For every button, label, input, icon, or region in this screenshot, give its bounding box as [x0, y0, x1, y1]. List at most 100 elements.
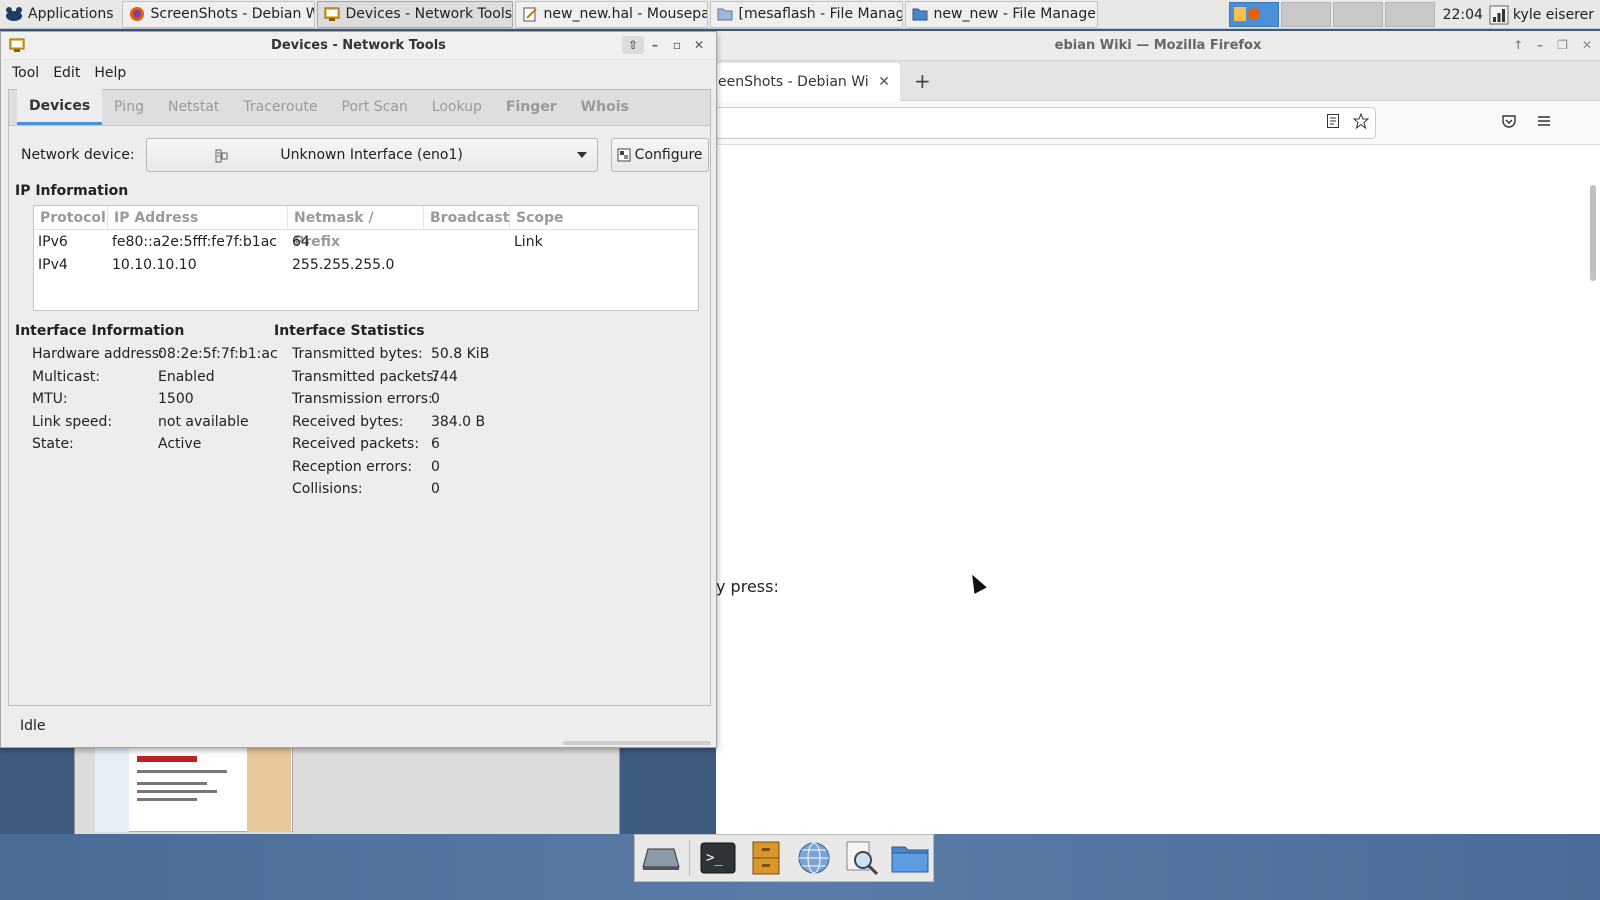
- xfce-mouse-icon: [6, 7, 22, 21]
- pocket-icon[interactable]: [1501, 113, 1517, 129]
- column-ip-address[interactable]: IP Address: [108, 205, 288, 230]
- table-row[interactable]: IPv6 fe80::a2e:5fff:fe7f:b1ac 64 Link: [34, 230, 698, 253]
- column-protocol[interactable]: Protocol: [34, 205, 108, 230]
- stat-value: 744: [431, 368, 458, 385]
- url-bar[interactable]: [716, 107, 1376, 139]
- cell-scope: Link: [514, 233, 543, 250]
- stat-value: 0: [431, 458, 440, 475]
- network-tools-window: Devices - Network Tools ⇧ – ▫ ✕ Tool Edi…: [0, 31, 717, 748]
- network-tools-icon: [324, 7, 340, 21]
- menu-help[interactable]: Help: [87, 65, 133, 81]
- configure-button[interactable]: Configure: [610, 138, 709, 172]
- network-tools-icon: [9, 38, 25, 52]
- network-signal-icon[interactable]: [1489, 5, 1509, 25]
- configure-icon: [617, 148, 631, 162]
- firefox-icon: [129, 7, 144, 21]
- file-cabinet-icon[interactable]: [746, 839, 786, 877]
- tab-close-icon[interactable]: ✕: [878, 74, 890, 90]
- task-firefox[interactable]: ScreenShots - Debian W...: [121, 0, 315, 28]
- scrollbar[interactable]: [1590, 185, 1596, 281]
- window-up-icon[interactable]: ⇧: [622, 36, 644, 54]
- applications-menu[interactable]: Applications: [0, 0, 120, 29]
- cell-address: 10.10.10.10: [112, 256, 197, 273]
- workspace-1[interactable]: [1228, 2, 1279, 27]
- workspace-2[interactable]: [1280, 2, 1331, 27]
- close-icon[interactable]: ✕: [1582, 38, 1592, 52]
- tab-port-scan[interactable]: Port Scan: [330, 89, 420, 125]
- chevron-down-icon: [576, 152, 587, 158]
- info-key: Link speed:: [32, 413, 113, 430]
- workspace-3[interactable]: [1332, 2, 1383, 27]
- bookmark-star-icon[interactable]: [1353, 113, 1369, 129]
- task-label: Devices - Network Tools: [345, 6, 513, 22]
- task-label: ScreenShots - Debian W...: [150, 6, 315, 22]
- task-label: [mesaflash - File Manag...: [738, 6, 903, 22]
- maximize-icon[interactable]: ▫: [666, 36, 688, 54]
- resize-grip[interactable]: [563, 741, 711, 745]
- window-up-icon[interactable]: ↑: [1513, 38, 1523, 52]
- clock[interactable]: 22:04: [1443, 7, 1483, 23]
- terminal-icon[interactable]: >_: [698, 839, 738, 877]
- table-row[interactable]: IPv4 10.10.10.10 255.255.255.0: [34, 253, 698, 276]
- top-panel: Applications ScreenShots - Debian W... D…: [0, 0, 1600, 29]
- window-title: Devices - Network Tools: [271, 38, 446, 53]
- new-tab-icon[interactable]: +: [914, 69, 931, 93]
- minimize-icon[interactable]: –: [644, 36, 666, 54]
- tab-devices[interactable]: Devices: [17, 89, 103, 125]
- menu-icon[interactable]: [1536, 113, 1552, 129]
- minimize-icon[interactable]: –: [1537, 38, 1543, 52]
- firefox-tab[interactable]: eenShots - Debian Wi ✕: [716, 62, 900, 101]
- column-broadcast[interactable]: Broadcast: [424, 205, 510, 230]
- task-file-manager-new[interactable]: new_new - File Manager: [904, 0, 1098, 28]
- task-mousepad[interactable]: new_new.hal - Mousepad: [514, 0, 708, 28]
- firefox-tab-label: eenShots - Debian Wi: [718, 73, 869, 90]
- svg-text:>_: >_: [706, 850, 723, 866]
- reader-view-icon[interactable]: [1325, 113, 1341, 129]
- search-icon[interactable]: [842, 839, 882, 877]
- page-text: y press:: [716, 577, 779, 596]
- task-label: new_new - File Manager: [933, 6, 1098, 22]
- tab-whois[interactable]: Whois: [569, 89, 641, 125]
- web-browser-icon[interactable]: [794, 839, 834, 877]
- firefox-toolbar: [716, 101, 1600, 145]
- menu-edit[interactable]: Edit: [46, 65, 87, 81]
- firefox-titlebar[interactable]: ebian Wiki — Mozilla Firefox ↑ – ❐ ✕: [716, 31, 1600, 61]
- stat-key: Transmission errors:: [292, 391, 433, 407]
- maximize-icon[interactable]: ❐: [1557, 38, 1568, 52]
- folder-icon: [717, 8, 733, 21]
- stat-key: Received packets:: [292, 436, 420, 452]
- show-desktop-icon[interactable]: [641, 839, 681, 877]
- menu-tool[interactable]: Tool: [5, 65, 46, 81]
- configure-label: Configure: [634, 147, 703, 163]
- task-file-manager-mesaflash[interactable]: [mesaflash - File Manag...: [709, 0, 903, 28]
- info-value: 08:2e:5f:7f:b1:ac: [158, 346, 278, 362]
- window-titlebar[interactable]: Devices - Network Tools ⇧ – ▫ ✕: [1, 32, 716, 60]
- folder-icon[interactable]: [890, 839, 930, 877]
- network-device-value: Unknown Interface (eno1): [280, 147, 463, 163]
- workspace-4[interactable]: [1384, 2, 1435, 27]
- firefox-title: ebian Wiki — Mozilla Firefox: [1054, 38, 1262, 53]
- tab-ping[interactable]: Ping: [102, 89, 156, 125]
- network-device-select[interactable]: Unknown Interface (eno1): [145, 138, 598, 172]
- info-key: Hardware address:: [32, 346, 164, 362]
- status-bar: Idle: [20, 718, 46, 734]
- info-value: Active: [158, 436, 202, 452]
- tab-netstat[interactable]: Netstat: [156, 89, 231, 125]
- stat-key: Reception errors:: [292, 458, 413, 475]
- stat-value: 6: [431, 436, 440, 452]
- column-netmask[interactable]: Netmask / Prefix: [288, 205, 424, 250]
- column-scope[interactable]: Scope: [510, 206, 698, 230]
- tab-finger[interactable]: Finger: [494, 89, 569, 125]
- applications-label: Applications: [28, 6, 114, 22]
- tab-lookup[interactable]: Lookup: [420, 89, 494, 125]
- screenshot-thumbnail: [74, 746, 620, 834]
- tab-traceroute[interactable]: Traceroute: [231, 89, 329, 125]
- stat-key: Collisions:: [292, 481, 363, 497]
- ip-table[interactable]: Protocol IP Address Netmask / Prefix Bro…: [33, 205, 699, 311]
- stat-value: 0: [431, 391, 440, 407]
- stat-key: Transmitted packets:: [292, 368, 439, 385]
- user-menu[interactable]: kyle eiserer: [1513, 7, 1594, 23]
- task-network-tools[interactable]: Devices - Network Tools: [316, 0, 513, 28]
- close-icon[interactable]: ✕: [688, 36, 710, 54]
- ip-table-header: Protocol IP Address Netmask / Prefix Bro…: [34, 205, 698, 250]
